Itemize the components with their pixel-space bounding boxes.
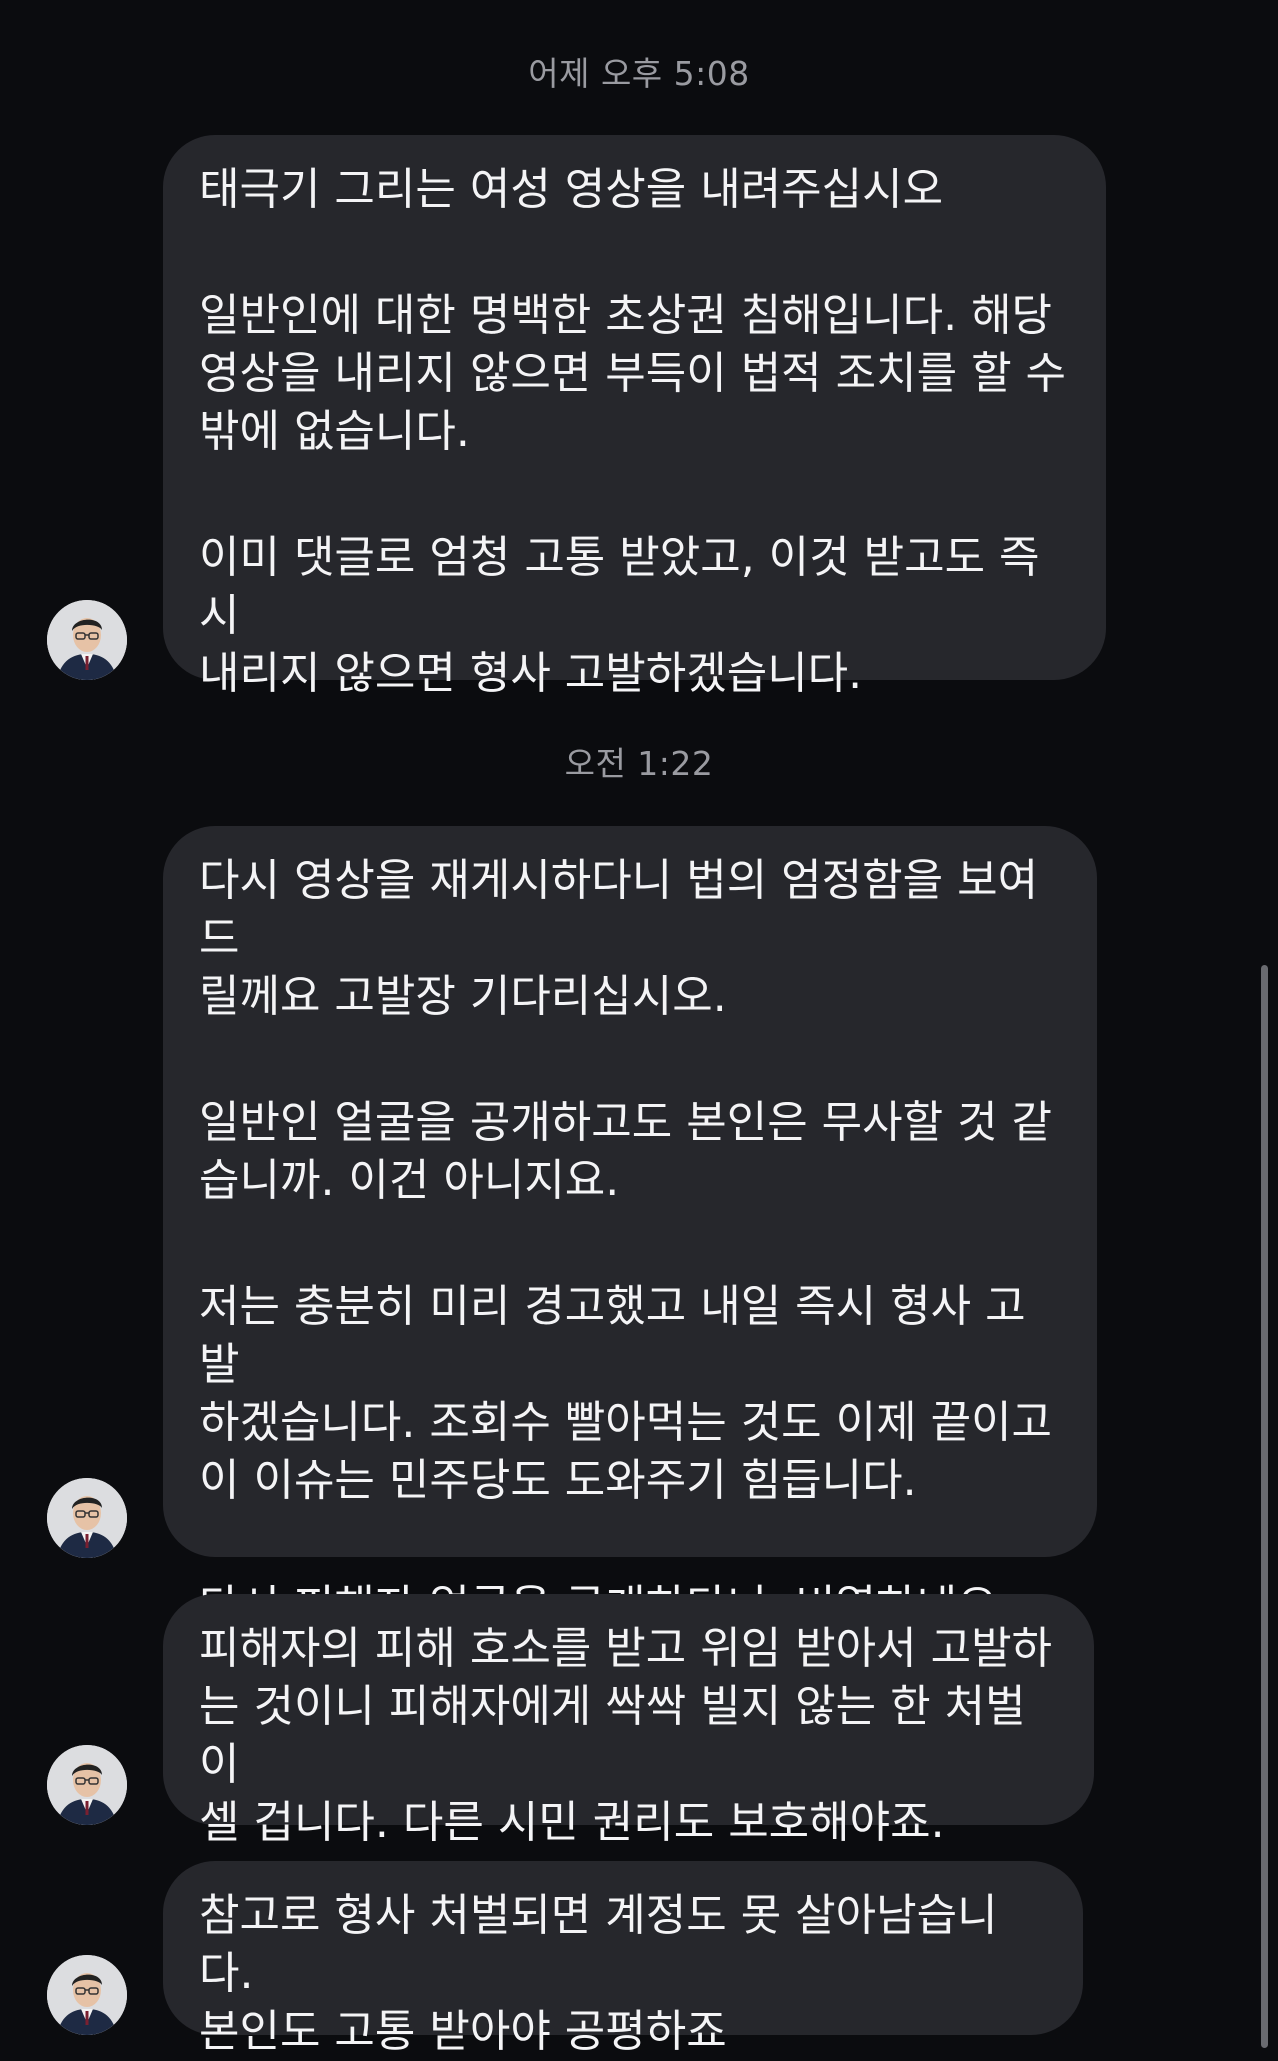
sender-avatar[interactable] (47, 600, 127, 680)
sender-avatar[interactable] (47, 1745, 127, 1825)
message-paragraph: 참고로 형사 처벌되면 계정도 못 살아남습니다. 본인도 고통 받아야 공평하… (199, 1890, 998, 2057)
avatar-photo-icon (47, 600, 127, 680)
avatar-photo-icon (47, 1745, 127, 1825)
scrollbar-thumb[interactable] (1261, 965, 1268, 2048)
avatar-photo-icon (47, 1478, 127, 1558)
message-paragraph: 피해자의 피해 호소를 받고 위임 받아서 고발하 는 것이니 피해자에게 싹싹… (199, 1623, 1053, 1848)
message-bubble[interactable]: 다시 영상을 재게시하다니 법의 엄정함을 보여드 릴께요 고발장 기다리십시오… (163, 826, 1097, 1632)
avatar-photo-icon (47, 1955, 127, 2035)
sender-avatar[interactable] (47, 1955, 127, 2035)
message-bubble[interactable]: 참고로 형사 처벌되면 계정도 못 살아남습니다. 본인도 고통 받아야 공평하… (163, 1861, 1083, 2057)
message-bubble[interactable]: 피해자의 피해 호소를 받고 위임 받아서 고발하 는 것이니 피해자에게 싹싹… (163, 1594, 1094, 1848)
message-paragraph: 저는 충분히 미리 경고했고 내일 즉시 형사 고발 하겠습니다. 조회수 빨아… (199, 1281, 1053, 1506)
message-paragraph: 다시 영상을 재게시하다니 법의 엄정함을 보여드 릴께요 고발장 기다리십시오… (199, 855, 1039, 1022)
message-paragraph: 이미 댓글로 엄청 고통 받았고, 이것 받고도 즉시 내리지 않으면 형사 고… (199, 532, 1040, 699)
timestamp-morning: 오전 1:22 (564, 744, 714, 783)
timestamp-yesterday: 어제 오후 5:08 (528, 54, 750, 93)
sender-avatar[interactable] (47, 1478, 127, 1558)
message-paragraph: 태극기 그리는 여성 영상을 내려주십시오 (199, 164, 944, 215)
message-bubble[interactable]: 태극기 그리는 여성 영상을 내려주십시오 일반인에 대한 명백한 초상권 침해… (163, 135, 1106, 699)
message-paragraph: 일반인 얼굴을 공개하고도 본인은 무사할 것 같 습니까. 이건 아니지요. (199, 1097, 1053, 1206)
message-paragraph: 일반인에 대한 명백한 초상권 침해입니다. 해당 영상을 내리지 않으면 부득… (199, 290, 1067, 457)
